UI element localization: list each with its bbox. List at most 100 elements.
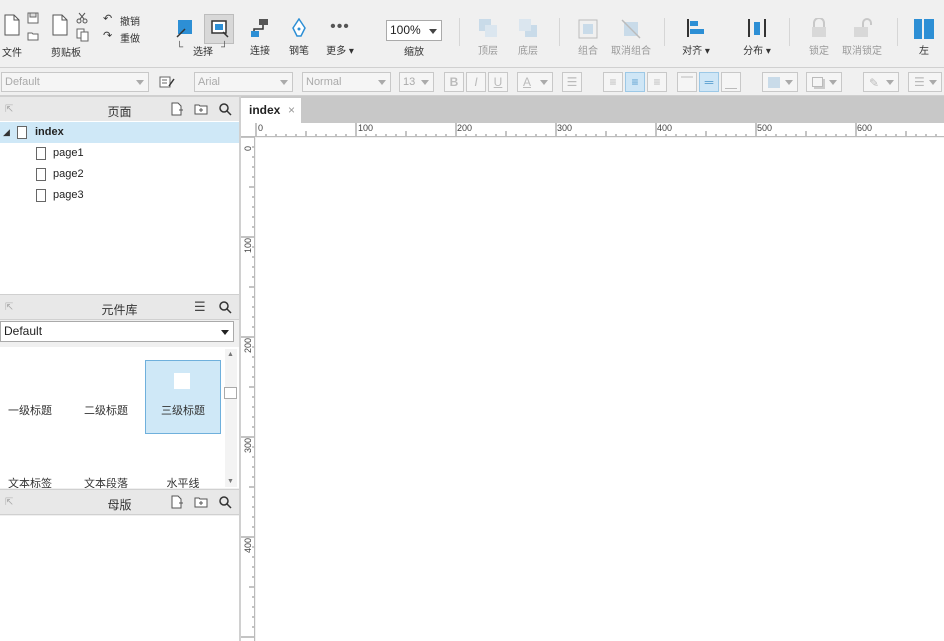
ruler-v-label: 200 — [243, 337, 253, 353]
bullet-list-button[interactable]: ☰ — [562, 72, 582, 92]
chevron-down-icon — [429, 29, 437, 34]
page-tree-item-index[interactable]: ◢ index — [0, 122, 239, 143]
menu-icon[interactable]: ☰ — [194, 299, 206, 315]
send-to-back-button[interactable]: 底层 — [504, 14, 552, 64]
widget-horizontal-line[interactable]: 水平线 — [145, 434, 221, 488]
chevron-down-icon — [280, 80, 288, 85]
align-text-center-button[interactable]: ≡ — [625, 72, 645, 92]
tab-label: index — [249, 103, 281, 117]
align-button[interactable]: 对齐 ▾ — [672, 14, 720, 64]
bottom-layer-label: 底层 — [518, 46, 538, 57]
select-contained-button[interactable] — [204, 14, 234, 44]
redo-button[interactable]: ↷ 重做 — [103, 29, 145, 45]
copy-icon[interactable] — [76, 28, 90, 42]
add-folder-icon[interactable] — [194, 495, 208, 509]
font-color-button[interactable]: A — [517, 72, 553, 92]
lock-button[interactable]: 锁定 — [795, 14, 843, 64]
fill-color-button[interactable] — [762, 72, 798, 92]
add-folder-icon[interactable] — [194, 102, 208, 116]
valign-top-icon: ⎺ — [680, 75, 693, 89]
send-back-icon — [519, 19, 537, 37]
font-color-icon: A — [523, 75, 532, 89]
add-page-icon[interactable] — [170, 102, 184, 116]
chevron-down-icon — [886, 80, 894, 85]
library-panel-header: ⇱ 元件库 ☰ — [0, 294, 239, 320]
line-color-button[interactable]: ✎ — [863, 72, 899, 92]
save-icon[interactable] — [27, 12, 39, 24]
valign-bottom-button[interactable]: ⎽ — [721, 72, 741, 92]
widget-heading2[interactable]: 二级标题 — [68, 360, 144, 434]
main-toolbar: 文件 剪贴板 ↶ 撤销 ↷ 重做 └ ┘ 选择 连接 钢笔 ••• 更多 ▾ 1… — [0, 0, 944, 68]
font-size-select[interactable]: 13 — [399, 72, 434, 92]
more-button[interactable]: ••• 更多 ▾ — [316, 14, 364, 64]
scroll-up-icon[interactable]: ▲ — [227, 351, 234, 358]
select-intersect-icon[interactable] — [176, 18, 194, 38]
font-family-value: Arial — [198, 76, 221, 88]
scroll-down-icon[interactable]: ▼ — [227, 478, 234, 485]
bold-button[interactable]: B — [444, 72, 464, 92]
distribute-icon — [748, 19, 766, 37]
horizontal-ruler-ticks — [255, 123, 937, 136]
group-button[interactable]: 组合 — [564, 14, 612, 64]
ruler-h-label: 100 — [358, 123, 374, 133]
widget-paragraph[interactable]: 文本段落 — [68, 434, 144, 488]
cut-icon[interactable] — [76, 12, 88, 24]
library-scrollbar[interactable]: ▲ ▼ — [224, 349, 237, 487]
align-text-left-button[interactable]: ≡ — [603, 72, 623, 92]
underline-button[interactable]: U — [488, 72, 508, 92]
zoom-select[interactable]: 100% — [386, 20, 442, 41]
scrollbar-thumb[interactable] — [224, 387, 237, 399]
search-icon[interactable] — [218, 495, 232, 509]
more-label: 更多 ▾ — [326, 46, 354, 57]
ungroup-button[interactable]: 取消组合 — [607, 14, 655, 64]
style-select[interactable]: Default — [1, 72, 149, 92]
align-text-right-button[interactable]: ≡ — [647, 72, 667, 92]
add-master-icon[interactable] — [170, 495, 184, 509]
left-panel-toggle-button[interactable]: 左 — [904, 14, 944, 64]
widget-heading3[interactable]: 三级标题 — [145, 360, 221, 434]
font-weight-select[interactable]: Normal — [302, 72, 391, 92]
design-canvas[interactable] — [256, 138, 944, 641]
widget-text-label[interactable]: 文本标签 — [0, 434, 68, 488]
vertical-ruler: 0 100 200 300 400 — [241, 137, 255, 641]
valign-middle-button[interactable]: ═ — [699, 72, 719, 92]
page-tree-item-page3[interactable]: page3 — [0, 185, 239, 206]
ruler-v-label: 400 — [243, 537, 253, 553]
collapse-triangle-icon[interactable]: ◢ — [3, 122, 10, 143]
page-tree-label: page2 — [53, 168, 84, 180]
search-icon[interactable] — [218, 102, 232, 116]
line-style-icon: ☰ — [914, 75, 925, 89]
search-icon[interactable] — [218, 300, 232, 314]
undo-button[interactable]: ↶ 撤销 — [103, 12, 145, 28]
line-style-button[interactable]: ☰ — [908, 72, 942, 92]
masters-list — [0, 516, 239, 641]
font-family-select[interactable]: Arial — [194, 72, 293, 92]
tab-index[interactable]: index × — [241, 98, 301, 123]
page-tree-item-page2[interactable]: page2 — [0, 164, 239, 185]
redo-label: 重做 — [120, 34, 140, 45]
style-edit-icon[interactable] — [159, 75, 175, 89]
ruler-v-label: 100 — [243, 237, 253, 253]
pages-tree: ◢ index page1 page2 page3 — [0, 121, 239, 295]
distribute-button[interactable]: 分布 ▾ — [733, 14, 781, 64]
ungroup-label: 取消组合 — [611, 46, 651, 57]
close-icon[interactable]: × — [288, 98, 295, 123]
library-select[interactable]: Default — [0, 321, 234, 342]
chevron-down-icon — [540, 80, 548, 85]
unlock-button[interactable]: 取消锁定 — [838, 14, 886, 64]
folder-icon[interactable] — [27, 30, 39, 42]
italic-button[interactable]: I — [466, 72, 486, 92]
left-label: 左 — [919, 46, 929, 57]
zoom-value: 100% — [390, 23, 421, 37]
shadow-button[interactable] — [806, 72, 842, 92]
page-tree-label: page3 — [53, 189, 84, 201]
chevron-down-icon — [929, 80, 937, 85]
valign-top-button[interactable]: ⎺ — [677, 72, 697, 92]
fill-color-icon — [768, 77, 780, 88]
ruler-h-label: 500 — [757, 123, 773, 133]
widget-heading1[interactable]: 一级标题 — [0, 360, 68, 434]
text-align-left-icon: ≡ — [609, 75, 617, 89]
page-tree-label: page1 — [53, 147, 84, 159]
group-label: 组合 — [578, 46, 598, 57]
page-tree-item-page1[interactable]: page1 — [0, 143, 239, 164]
